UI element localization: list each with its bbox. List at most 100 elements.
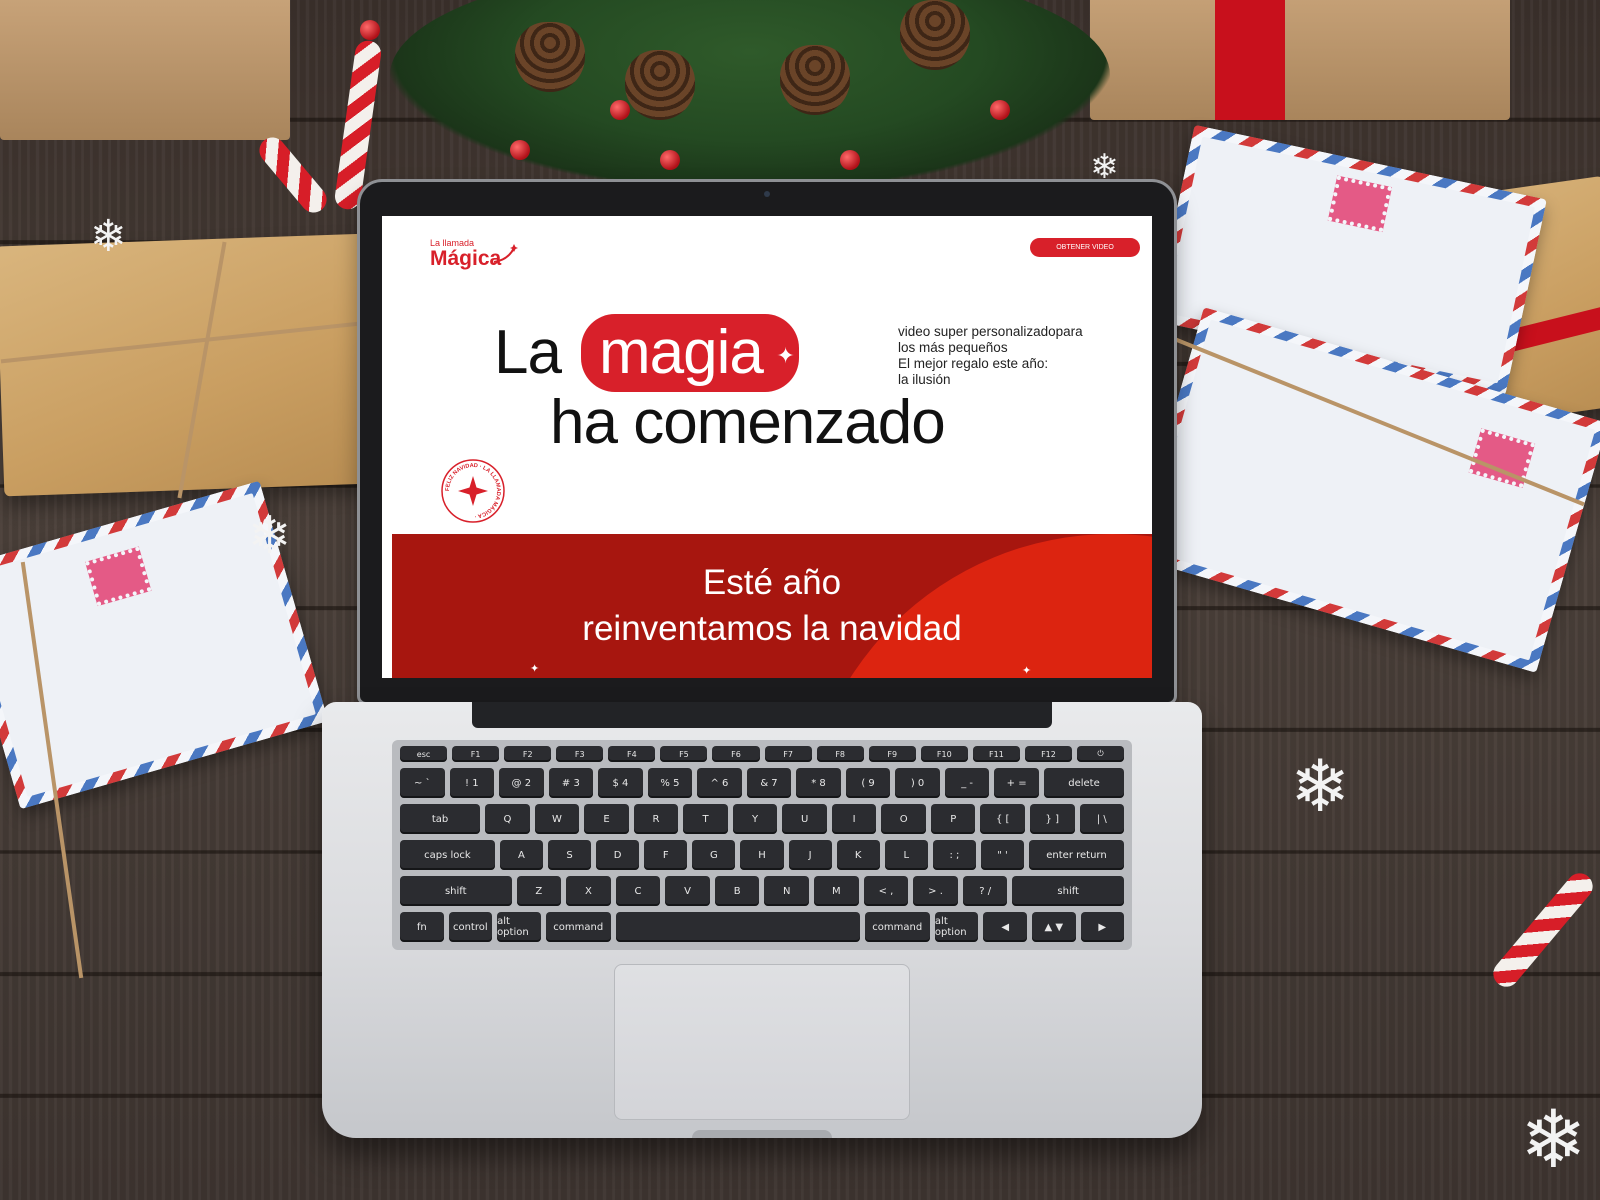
key-f12[interactable]: F12 xyxy=(1024,746,1073,762)
snowflake-icon: ❄ xyxy=(248,506,292,566)
key-left-shift[interactable]: shift xyxy=(400,876,512,906)
key-j[interactable]: J xyxy=(788,840,832,870)
key-f11[interactable]: F11 xyxy=(972,746,1020,762)
candy-cane xyxy=(254,132,332,218)
key-l[interactable]: L xyxy=(884,840,928,870)
key-equals[interactable]: + = xyxy=(994,768,1039,798)
keyboard-number-row: ~ ` ! 1 @ 2 # 3 $ 4 % 5 ^ 6 & 7 * 8 ( 9 … xyxy=(400,768,1125,798)
sparkle-icon: ✦ xyxy=(530,662,540,675)
key-z[interactable]: Z xyxy=(516,876,562,906)
band-heading-line: Esté año xyxy=(702,563,842,602)
key-f5[interactable]: F5 xyxy=(660,746,708,762)
key-f3[interactable]: F3 xyxy=(556,746,604,762)
key-f10[interactable]: F10 xyxy=(920,746,968,762)
key-space[interactable] xyxy=(615,912,860,942)
key-semicolon[interactable]: : ; xyxy=(932,840,976,870)
hero-headline-line-1: La magia ✦ xyxy=(494,314,799,392)
holly-berry xyxy=(840,150,860,170)
key-9[interactable]: ( 9 xyxy=(845,768,891,798)
key-w[interactable]: W xyxy=(534,804,580,834)
key-caps-lock[interactable]: caps lock xyxy=(400,840,495,870)
key-o[interactable]: O xyxy=(881,804,926,834)
key-f8[interactable]: F8 xyxy=(816,746,864,762)
key-v[interactable]: V xyxy=(665,876,710,906)
key-delete[interactable]: delete xyxy=(1043,768,1125,798)
key-x[interactable]: X xyxy=(566,876,611,906)
key-h[interactable]: H xyxy=(740,840,784,870)
key-t[interactable]: T xyxy=(683,804,728,834)
key-5[interactable]: % 5 xyxy=(647,768,693,798)
key-right-command[interactable]: command xyxy=(864,912,930,942)
key-7[interactable]: & 7 xyxy=(746,768,792,798)
key-q[interactable]: Q xyxy=(485,804,530,834)
key-m[interactable]: M xyxy=(814,876,859,906)
key-power[interactable]: ⏻ xyxy=(1077,746,1125,762)
hero-highlight-word: magia xyxy=(598,318,764,387)
key-8[interactable]: * 8 xyxy=(796,768,841,798)
key-f9[interactable]: F9 xyxy=(868,746,916,762)
pinecone xyxy=(515,22,585,92)
key-esc[interactable]: esc xyxy=(400,746,448,762)
key-2[interactable]: @ 2 xyxy=(499,768,544,798)
key-a[interactable]: A xyxy=(499,840,543,870)
candy-cane xyxy=(1488,868,1598,992)
key-minus[interactable]: _ - xyxy=(944,768,990,798)
snowflake-icon: ❄ xyxy=(90,211,127,262)
key-slash[interactable]: ? / xyxy=(962,876,1008,906)
key-right-option[interactable]: alt option xyxy=(934,912,979,942)
gift-box-right xyxy=(1090,0,1510,120)
key-control[interactable]: control xyxy=(448,912,493,942)
key-f2[interactable]: F2 xyxy=(504,746,552,762)
key-f4[interactable]: F4 xyxy=(608,746,656,762)
key-n[interactable]: N xyxy=(764,876,810,906)
key-f[interactable]: F xyxy=(644,840,688,870)
get-video-button[interactable]: OBTENER VIDEO xyxy=(1030,238,1140,257)
site-logo[interactable]: La llamada Mágica xyxy=(430,238,518,271)
key-y[interactable]: Y xyxy=(732,804,778,834)
key-1[interactable]: ! 1 xyxy=(449,768,495,798)
key-f6[interactable]: F6 xyxy=(712,746,760,762)
key-0[interactable]: ) 0 xyxy=(895,768,940,798)
key-right-bracket[interactable]: } ] xyxy=(1030,804,1075,834)
pinecone xyxy=(625,50,695,120)
key-r[interactable]: R xyxy=(633,804,679,834)
hero-headline-line-2: ha comenzado xyxy=(550,388,946,457)
key-tab[interactable]: tab xyxy=(400,804,481,834)
key-right-shift[interactable]: shift xyxy=(1012,876,1124,906)
sparkle-icon: ✦ xyxy=(776,344,795,369)
key-u[interactable]: U xyxy=(782,804,827,834)
key-6[interactable]: ^ 6 xyxy=(697,768,742,798)
key-s[interactable]: S xyxy=(547,840,592,870)
key-backslash[interactable]: | \ xyxy=(1079,804,1125,834)
key-period[interactable]: > . xyxy=(913,876,958,906)
key-quote[interactable]: " ' xyxy=(980,840,1025,870)
key-g[interactable]: G xyxy=(692,840,736,870)
pine-wreath xyxy=(390,0,1110,190)
key-left-command[interactable]: command xyxy=(545,912,611,942)
key-arrow-left[interactable]: ◀ xyxy=(983,912,1027,942)
key-c[interactable]: C xyxy=(615,876,661,906)
key-arrow-right[interactable]: ▶ xyxy=(1080,912,1125,942)
key-left-bracket[interactable]: { [ xyxy=(980,804,1025,834)
hero-description: video super personalizadopara los más pe… xyxy=(898,324,1128,388)
key-p[interactable]: P xyxy=(930,804,976,834)
key-b[interactable]: B xyxy=(714,876,760,906)
key-comma[interactable]: < , xyxy=(863,876,909,906)
key-e[interactable]: E xyxy=(584,804,629,834)
key-3[interactable]: # 3 xyxy=(548,768,594,798)
laptop-base: esc F1 F2 F3 F4 F5 F6 F7 F8 F9 F10 F11 F… xyxy=(322,702,1202,1138)
key-arrow-up-down[interactable]: ▲ ▼ xyxy=(1031,912,1076,942)
key-left-option[interactable]: alt option xyxy=(497,912,541,942)
key-return[interactable]: enter return xyxy=(1029,840,1124,870)
key-tilde[interactable]: ~ ` xyxy=(400,768,445,798)
keyboard-home-row: caps lock A S D F G H J K L : ; " ' ente… xyxy=(400,840,1124,870)
key-f1[interactable]: F1 xyxy=(452,746,500,762)
trackpad[interactable] xyxy=(614,964,910,1120)
gift-ribbon xyxy=(1215,0,1285,120)
key-k[interactable]: K xyxy=(836,840,880,870)
key-d[interactable]: D xyxy=(596,840,640,870)
key-i[interactable]: I xyxy=(831,804,877,834)
key-4[interactable]: $ 4 xyxy=(598,768,643,798)
key-fn[interactable]: fn xyxy=(400,912,444,942)
key-f7[interactable]: F7 xyxy=(764,746,812,762)
